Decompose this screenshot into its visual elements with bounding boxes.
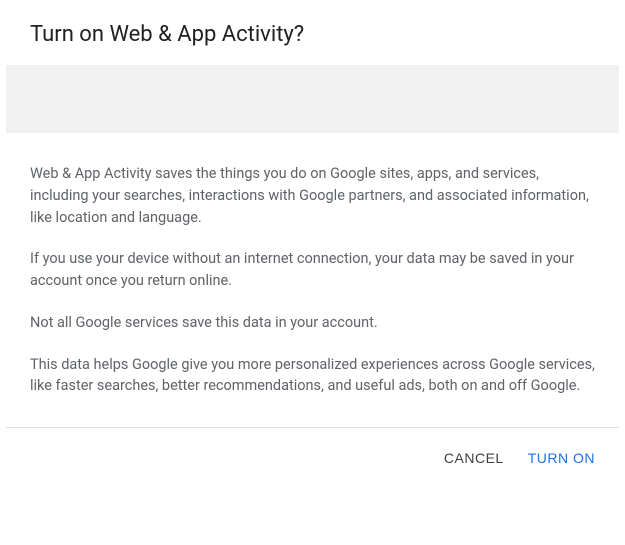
- dialog-actions: CANCEL TURN ON: [0, 428, 625, 470]
- dialog-title: Turn on Web & App Activity?: [0, 0, 625, 65]
- body-paragraph: Web & App Activity saves the things you …: [30, 163, 595, 228]
- turn-on-button[interactable]: TURN ON: [528, 446, 595, 470]
- illustration-placeholder: [6, 65, 619, 133]
- body-paragraph: If you use your device without an intern…: [30, 248, 595, 292]
- body-paragraph: This data helps Google give you more per…: [30, 354, 595, 398]
- dialog-body: Web & App Activity saves the things you …: [0, 133, 625, 427]
- consent-dialog: Turn on Web & App Activity? Web & App Ac…: [0, 0, 625, 545]
- cancel-button[interactable]: CANCEL: [444, 446, 504, 470]
- body-paragraph: Not all Google services save this data i…: [30, 312, 595, 334]
